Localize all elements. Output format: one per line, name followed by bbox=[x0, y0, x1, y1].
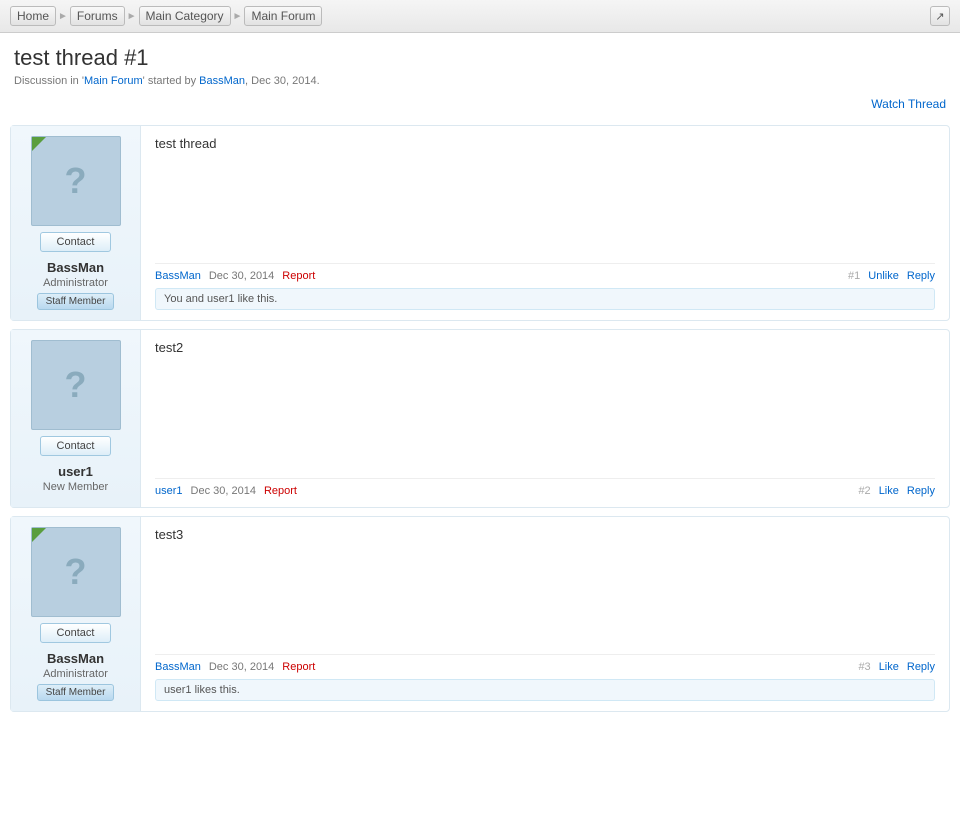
post-date: Dec 30, 2014 bbox=[191, 485, 256, 497]
post-date: Dec 30, 2014 bbox=[209, 661, 274, 673]
contact-button[interactable]: Contact bbox=[40, 232, 112, 252]
post-container: ? Contact BassMan Administrator Staff Me… bbox=[10, 516, 950, 712]
staff-badge: Staff Member bbox=[37, 684, 115, 701]
post-actions: #1 Unlike Reply bbox=[848, 270, 935, 282]
contact-button[interactable]: Contact bbox=[40, 436, 112, 456]
post-container: ? Contact user1 New Member test2 user1 D… bbox=[10, 329, 950, 508]
post-actions: #3 Like Reply bbox=[858, 661, 935, 673]
avatar-placeholder: ? bbox=[65, 364, 87, 406]
post-body: test thread BassMan Dec 30, 2014 Report … bbox=[141, 126, 949, 320]
external-link-icon[interactable]: ↗ bbox=[930, 6, 950, 26]
page-title: test thread #1 bbox=[14, 45, 946, 71]
likes-bar: You and user1 like this. bbox=[155, 288, 935, 310]
post-author-link[interactable]: user1 bbox=[155, 485, 183, 497]
post-footer: BassMan Dec 30, 2014 Report #3 Like Repl… bbox=[155, 654, 935, 673]
post-body: test2 user1 Dec 30, 2014 Report #2 Like … bbox=[141, 330, 949, 507]
avatar: ? bbox=[31, 340, 121, 430]
avatar: ? bbox=[31, 136, 121, 226]
avatar: ? bbox=[31, 527, 121, 617]
post-meta: BassMan Dec 30, 2014 Report bbox=[155, 661, 315, 673]
page-subtitle: Discussion in 'Main Forum' started by Ba… bbox=[14, 75, 946, 87]
post-sidebar: ? Contact user1 New Member bbox=[11, 330, 141, 507]
watch-row: Watch Thread bbox=[0, 91, 960, 117]
staff-badge: Staff Member bbox=[37, 293, 115, 310]
post-container: ? Contact BassMan Administrator Staff Me… bbox=[10, 125, 950, 321]
breadcrumb-home[interactable]: Home bbox=[10, 6, 56, 26]
post-meta: user1 Dec 30, 2014 Report bbox=[155, 485, 297, 497]
post-meta: BassMan Dec 30, 2014 Report bbox=[155, 270, 315, 282]
report-link[interactable]: Report bbox=[264, 485, 297, 497]
username: BassMan bbox=[47, 260, 104, 275]
breadcrumb-main-forum[interactable]: Main Forum bbox=[244, 6, 322, 26]
user-role: Administrator bbox=[43, 668, 108, 680]
admin-badge-triangle bbox=[32, 528, 46, 542]
report-link[interactable]: Report bbox=[282, 270, 315, 282]
post-number: #3 bbox=[858, 661, 870, 673]
unlike-link[interactable]: Unlike bbox=[868, 270, 899, 282]
likes-bar: user1 likes this. bbox=[155, 679, 935, 701]
reply-link[interactable]: Reply bbox=[907, 661, 935, 673]
post-content: test3 bbox=[155, 527, 935, 654]
username: user1 bbox=[58, 464, 93, 479]
avatar-placeholder: ? bbox=[65, 160, 87, 202]
post-content: test thread bbox=[155, 136, 935, 263]
breadcrumb-sep-1: ► bbox=[58, 11, 68, 22]
watch-thread-link[interactable]: Watch Thread bbox=[871, 97, 946, 111]
post-footer: BassMan Dec 30, 2014 Report #1 Unlike Re… bbox=[155, 263, 935, 282]
breadcrumb-main-category[interactable]: Main Category bbox=[139, 6, 231, 26]
post-body: test3 BassMan Dec 30, 2014 Report #3 Lik… bbox=[141, 517, 949, 711]
post-number: #1 bbox=[848, 270, 860, 282]
like-link[interactable]: Like bbox=[879, 485, 899, 497]
avatar-placeholder: ? bbox=[65, 551, 87, 593]
reply-link[interactable]: Reply bbox=[907, 485, 935, 497]
post-footer: user1 Dec 30, 2014 Report #2 Like Reply bbox=[155, 478, 935, 497]
author-link[interactable]: BassMan bbox=[199, 75, 245, 87]
page-header: test thread #1 Discussion in 'Main Forum… bbox=[0, 33, 960, 91]
contact-button[interactable]: Contact bbox=[40, 623, 112, 643]
posts-area: ? Contact BassMan Administrator Staff Me… bbox=[0, 125, 960, 712]
post-content: test2 bbox=[155, 340, 935, 478]
post-actions: #2 Like Reply bbox=[858, 485, 935, 497]
breadcrumb: Home ► Forums ► Main Category ► Main For… bbox=[0, 0, 960, 33]
report-link[interactable]: Report bbox=[282, 661, 315, 673]
forum-link[interactable]: Main Forum bbox=[84, 75, 143, 87]
user-role: Administrator bbox=[43, 277, 108, 289]
post-number: #2 bbox=[858, 485, 870, 497]
reply-link[interactable]: Reply bbox=[907, 270, 935, 282]
post-date: Dec 30, 2014 bbox=[209, 270, 274, 282]
user-role: New Member bbox=[43, 481, 108, 493]
username: BassMan bbox=[47, 651, 104, 666]
like-link[interactable]: Like bbox=[879, 661, 899, 673]
admin-badge-triangle bbox=[32, 137, 46, 151]
breadcrumb-sep-2: ► bbox=[127, 11, 137, 22]
post-author-link[interactable]: BassMan bbox=[155, 270, 201, 282]
post-sidebar: ? Contact BassMan Administrator Staff Me… bbox=[11, 126, 141, 320]
post-author-link[interactable]: BassMan bbox=[155, 661, 201, 673]
post-sidebar: ? Contact BassMan Administrator Staff Me… bbox=[11, 517, 141, 711]
breadcrumb-forums[interactable]: Forums bbox=[70, 6, 125, 26]
breadcrumb-sep-3: ► bbox=[233, 11, 243, 22]
